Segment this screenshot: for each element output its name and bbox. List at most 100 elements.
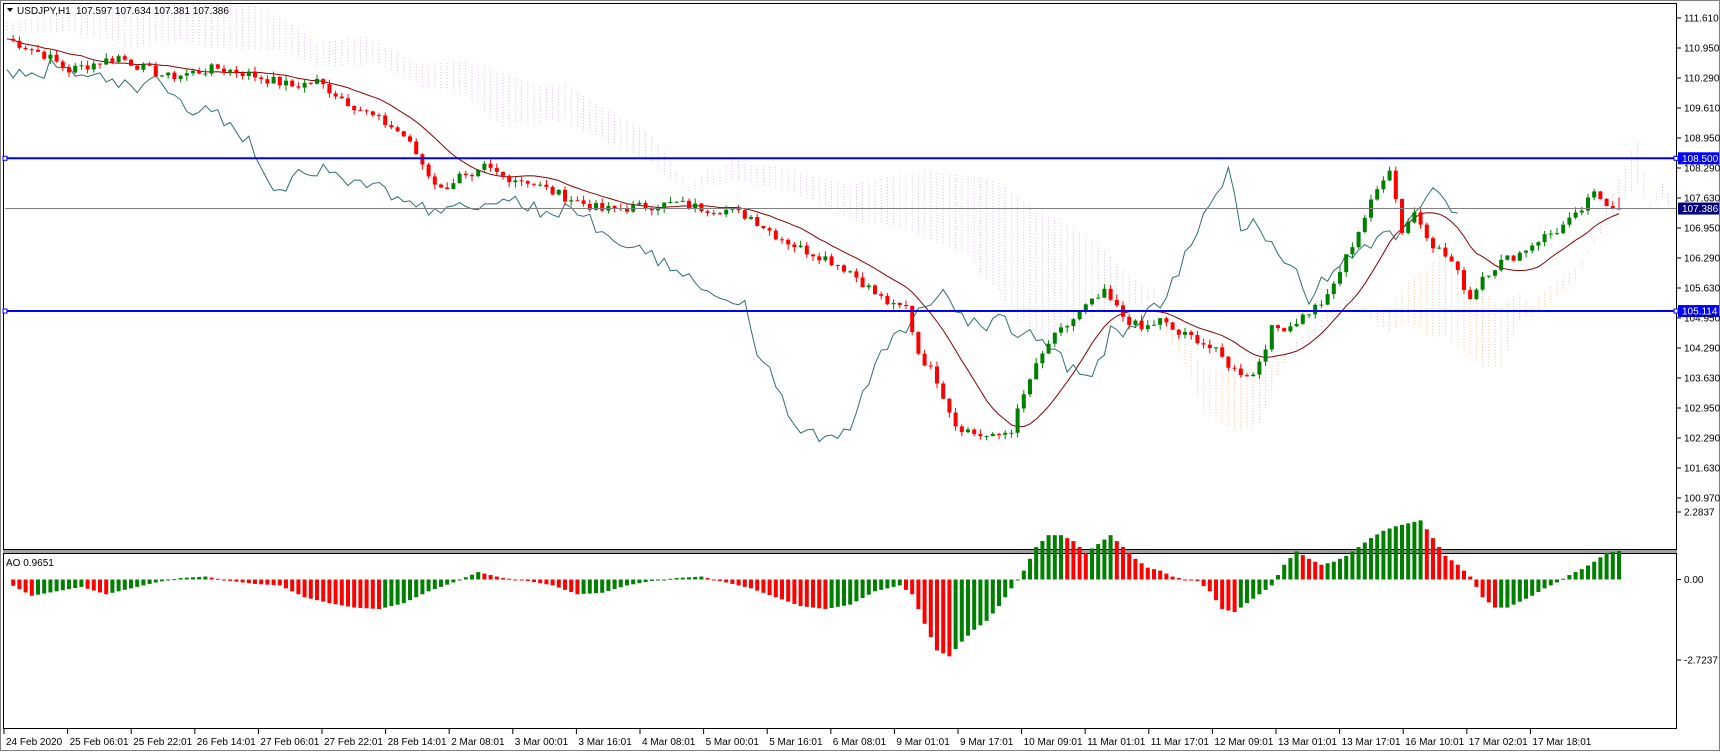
time-tick-label: 9 Mar 01:01 [896, 737, 950, 748]
ao-bar [885, 579, 890, 589]
candle-body [755, 217, 760, 226]
candle-body [761, 225, 766, 229]
candle-body [662, 202, 667, 209]
time-tick-label: 13 Mar 17:01 [1342, 737, 1401, 748]
ao-bar [1548, 579, 1553, 586]
ao-bar [67, 579, 71, 590]
candle-body [494, 167, 499, 172]
level-handle-right[interactable] [1673, 155, 1679, 161]
ao-bar [377, 579, 381, 610]
ao-bar [451, 579, 456, 583]
candle-body [854, 271, 859, 278]
candle-body [1220, 347, 1225, 357]
ao-bar [73, 579, 78, 588]
candle-body [395, 127, 400, 132]
ao-bar [1511, 579, 1516, 605]
candle-body [1604, 199, 1609, 207]
ao-bar [1263, 579, 1268, 590]
ao-bar [184, 577, 189, 580]
candle-body [147, 63, 152, 66]
candle-body [1406, 222, 1411, 233]
ao-bar [178, 578, 183, 580]
ao-bar [736, 579, 741, 586]
level-handle-right[interactable] [1673, 308, 1679, 314]
ao-bar [401, 579, 406, 604]
candle-body [1015, 408, 1020, 433]
ao-bar [928, 579, 933, 638]
candle-body [1300, 314, 1305, 324]
candle-body [172, 72, 177, 80]
level-handle-left[interactable] [2, 308, 8, 314]
candle-body [1288, 326, 1293, 332]
candle-body [135, 65, 140, 70]
candle-body [860, 277, 865, 288]
candle-body [333, 93, 338, 97]
ao-bar [1313, 561, 1318, 580]
ao-bar [1232, 579, 1237, 613]
ao-bar [1375, 534, 1380, 580]
price-tick-label: 111.610 [1684, 14, 1719, 25]
ao-bar [240, 579, 245, 583]
level-handle-left[interactable] [2, 155, 8, 161]
candle-body [811, 254, 815, 257]
ao-bar [476, 572, 481, 580]
ao-bar [470, 574, 474, 580]
ao-bar [1251, 579, 1256, 599]
candle-body [11, 38, 16, 41]
candle-body [1331, 283, 1336, 295]
candle-body [941, 383, 946, 399]
price-tick-label: 108.950 [1684, 134, 1720, 145]
ao-bar [271, 579, 276, 586]
candle-body [1524, 250, 1528, 253]
candle-body [401, 131, 406, 137]
ao-bar [1145, 567, 1150, 580]
candle-body [1183, 331, 1187, 335]
ao-bar [798, 579, 803, 607]
time-tick-label: 9 Mar 17:01 [960, 737, 1014, 748]
candle-body [1090, 298, 1094, 305]
candle-body [891, 302, 896, 305]
candle-body [79, 65, 84, 67]
ao-bar [1617, 550, 1621, 580]
candle-body [1486, 275, 1491, 277]
ao-bar [457, 579, 462, 581]
candle-body [116, 56, 121, 62]
ao-bar [1294, 551, 1299, 580]
candle-body [1065, 326, 1070, 328]
price-tick-label: 103.630 [1684, 374, 1720, 385]
time-tick-label: 16 Mar 10:01 [1405, 737, 1464, 748]
candle-body [315, 79, 319, 84]
ao-bar [922, 579, 927, 624]
ao-bar [1431, 538, 1435, 580]
ao-bar [1158, 570, 1163, 580]
ao-bar [1288, 558, 1293, 580]
ao-bar [494, 576, 499, 580]
ao-bar [1350, 551, 1355, 580]
ao-bar [408, 579, 412, 601]
candle-body [1176, 329, 1181, 335]
candle-body [191, 70, 195, 74]
ao-bar [1418, 520, 1423, 580]
candle-body [1579, 210, 1584, 213]
candle-body [48, 54, 53, 59]
ao-bar [395, 579, 400, 605]
candle-body [637, 202, 642, 205]
ao-bar [606, 579, 611, 591]
candle-body [1313, 304, 1318, 315]
candle-body [1462, 270, 1466, 291]
candle-body [600, 203, 605, 211]
price-tick-label: 101.630 [1684, 464, 1720, 475]
candle-body [643, 202, 648, 209]
price-tick-label: 102.290 [1684, 434, 1720, 445]
ao-bar [23, 579, 28, 593]
candle-body [823, 256, 828, 261]
ao-bar [519, 579, 524, 581]
candle-body [197, 70, 202, 74]
candle-body [352, 105, 357, 111]
ao-bar [594, 579, 598, 594]
ao-bar [98, 579, 102, 593]
candle-body [160, 75, 164, 77]
candle-body [507, 175, 512, 183]
candle-body [885, 295, 890, 305]
candle-body [1021, 394, 1026, 409]
